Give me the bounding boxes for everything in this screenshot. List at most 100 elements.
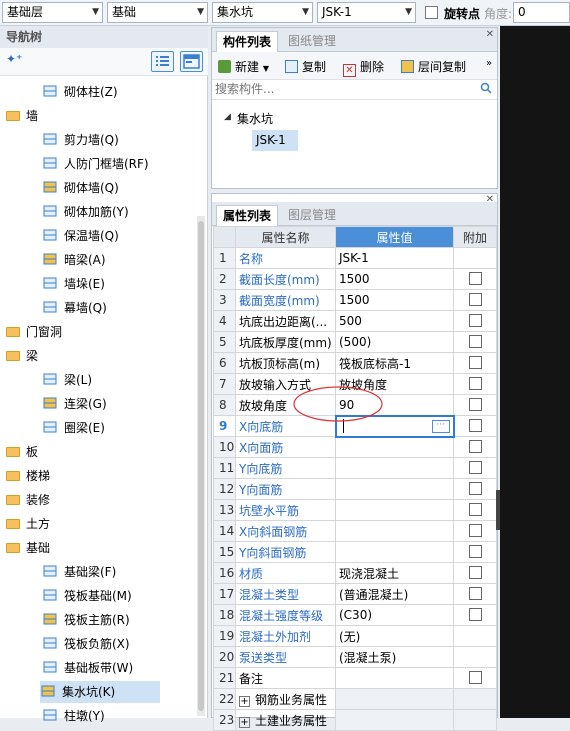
property-value[interactable] [335,457,454,479]
floor-copy-button[interactable]: 层间复制 [401,58,466,75]
close-icon[interactable]: ✕ [486,29,494,40]
angle-input[interactable]: 0 [513,2,570,23]
nav-group-10[interactable]: 门窗洞 [6,321,62,343]
ellipsis-button[interactable]: ··· [431,419,450,433]
extra-checkbox[interactable] [468,566,482,579]
property-value[interactable]: (普通混凝土) [335,583,454,605]
property-value[interactable]: 筏板底标高-1 [335,352,454,374]
property-row[interactable]: 12 Y向面筋 [213,478,497,500]
nav-item-7[interactable]: 暗梁(A) [42,249,112,271]
tab-layer-management[interactable]: 图层管理 [282,205,342,226]
property-value[interactable]: JSK-1 [335,247,454,269]
property-value[interactable] [335,499,454,521]
tree-root-label[interactable]: 集水坑 [237,110,273,127]
nav-item-22[interactable]: 筏板主筋(R) [42,609,136,631]
extra-checkbox[interactable] [468,545,482,558]
property-row[interactable]: 14 X向斜面钢筋 [213,520,497,542]
new-button[interactable]: 新建 ▼ [218,58,269,75]
property-row[interactable]: 23 + 土建业务属性 [213,709,497,731]
property-row[interactable]: 13 坑壁水平筋 [213,499,497,521]
nav-group-1[interactable]: 墙 [6,105,38,127]
nav-group-19[interactable]: 基础 [6,537,50,559]
property-value[interactable] [335,436,454,458]
extra-checkbox[interactable] [468,335,482,348]
property-value[interactable] [335,688,454,710]
nav-group-15[interactable]: 板 [6,441,38,463]
extra-checkbox[interactable] [468,587,482,600]
property-value[interactable]: 500 [335,310,454,332]
property-value[interactable]: (500) [335,331,454,353]
extra-checkbox[interactable] [468,398,482,411]
close-icon[interactable]: ✕ [486,194,494,205]
nav-item-24[interactable]: 基础板带(W) [42,657,139,679]
category-select[interactable]: 基础 ▼ [107,2,208,23]
property-row[interactable]: 5 坑底板厚度(mm) (500) [213,331,497,353]
property-row[interactable]: 15 Y向斜面钢筋 [213,541,497,563]
extra-checkbox[interactable] [468,293,482,306]
property-value[interactable] [335,541,454,563]
type-select[interactable]: 集水坑 ▼ [212,2,313,23]
nav-item-20[interactable]: 基础梁(F) [42,561,122,583]
extra-checkbox[interactable] [468,524,482,537]
property-row[interactable]: 10 X向面筋 [213,436,497,458]
nav-item-0[interactable]: 砌体柱(Z) [42,81,124,103]
nav-item-3[interactable]: 人防门框墙(RF) [42,153,155,175]
property-value[interactable] [335,709,454,731]
component-select[interactable]: JSK-1 ▼ [317,2,416,23]
property-value[interactable]: (混凝土泵) [335,646,454,668]
property-value[interactable]: 1500 [335,268,454,290]
nav-item-9[interactable]: 幕墙(Q) [42,297,113,319]
property-row[interactable]: 11 Y向底筋 [213,457,497,479]
expand-icon[interactable]: + [239,716,250,728]
nav-item-8[interactable]: 墙垛(E) [42,273,111,295]
tab-component-list[interactable]: 构件列表 [216,31,279,52]
more-icon[interactable]: » [486,58,492,69]
nav-scrollbar-thumb[interactable] [198,221,204,711]
property-row[interactable]: 2 截面长度(mm) 1500 [213,268,497,290]
tree-item-jsk1[interactable]: JSK-1 [252,130,298,151]
property-row[interactable]: 18 混凝土强度等级 (C30) [213,604,497,626]
list-view-icon[interactable] [151,51,174,72]
nav-item-2[interactable]: 剪力墙(Q) [42,129,125,151]
delete-button[interactable]: ✕ 删除 [343,58,384,77]
extra-checkbox[interactable] [468,671,482,684]
property-row[interactable]: 3 截面宽度(mm) 1500 [213,289,497,311]
extra-checkbox[interactable] [468,419,482,432]
property-value[interactable]: 现浇混凝土 [335,562,454,584]
nav-group-16[interactable]: 楼梯 [6,465,50,487]
property-row[interactable]: 19 混凝土外加剂 (无) [213,625,497,647]
extra-checkbox[interactable] [468,272,482,285]
property-row[interactable]: 20 泵送类型 (混凝土泵) [213,646,497,668]
property-row[interactable]: 4 坑底出边距离(... 500 [213,310,497,332]
extra-checkbox[interactable] [468,608,482,621]
splitter-handle[interactable] [496,490,500,530]
extra-checkbox[interactable] [468,356,482,369]
extra-checkbox[interactable] [468,461,482,474]
property-row[interactable]: 6 坑板顶标高(m) 筏板底标高-1 [213,352,497,374]
nav-group-11[interactable]: 梁 [6,345,38,367]
nav-item-4[interactable]: 砌体墙(Q) [42,177,125,199]
tab-drawing-management[interactable]: 图纸管理 [282,31,342,52]
nav-item-25[interactable]: 集水坑(K) [40,681,160,703]
extra-checkbox[interactable] [468,377,482,390]
nav-item-14[interactable]: 圈梁(E) [42,417,111,439]
extra-checkbox[interactable] [468,314,482,327]
extra-checkbox[interactable] [468,440,482,453]
tab-property-list[interactable]: 属性列表 [216,205,279,226]
floor-select[interactable]: 基础层 ▼ [2,2,103,23]
rotate-point-checkbox[interactable] [425,6,438,19]
extra-checkbox[interactable] [468,482,482,495]
property-value[interactable]: 1500 [335,289,454,311]
property-row[interactable]: 21 备注 [213,667,497,689]
extra-checkbox[interactable] [468,503,482,516]
nav-item-12[interactable]: 梁(L) [42,369,98,391]
drawing-canvas[interactable] [500,26,570,718]
nav-item-13[interactable]: 连梁(G) [42,393,113,415]
copy-button[interactable]: 复制 [285,58,326,75]
expand-icon[interactable]: + [239,695,250,707]
nav-group-17[interactable]: 装修 [6,489,50,511]
search-icon[interactable] [480,82,492,97]
sparkle-icon[interactable]: ✦⁺ [6,52,22,66]
property-value[interactable]: (无) [335,625,454,647]
nav-item-26[interactable]: 柱墩(Y) [42,705,111,727]
